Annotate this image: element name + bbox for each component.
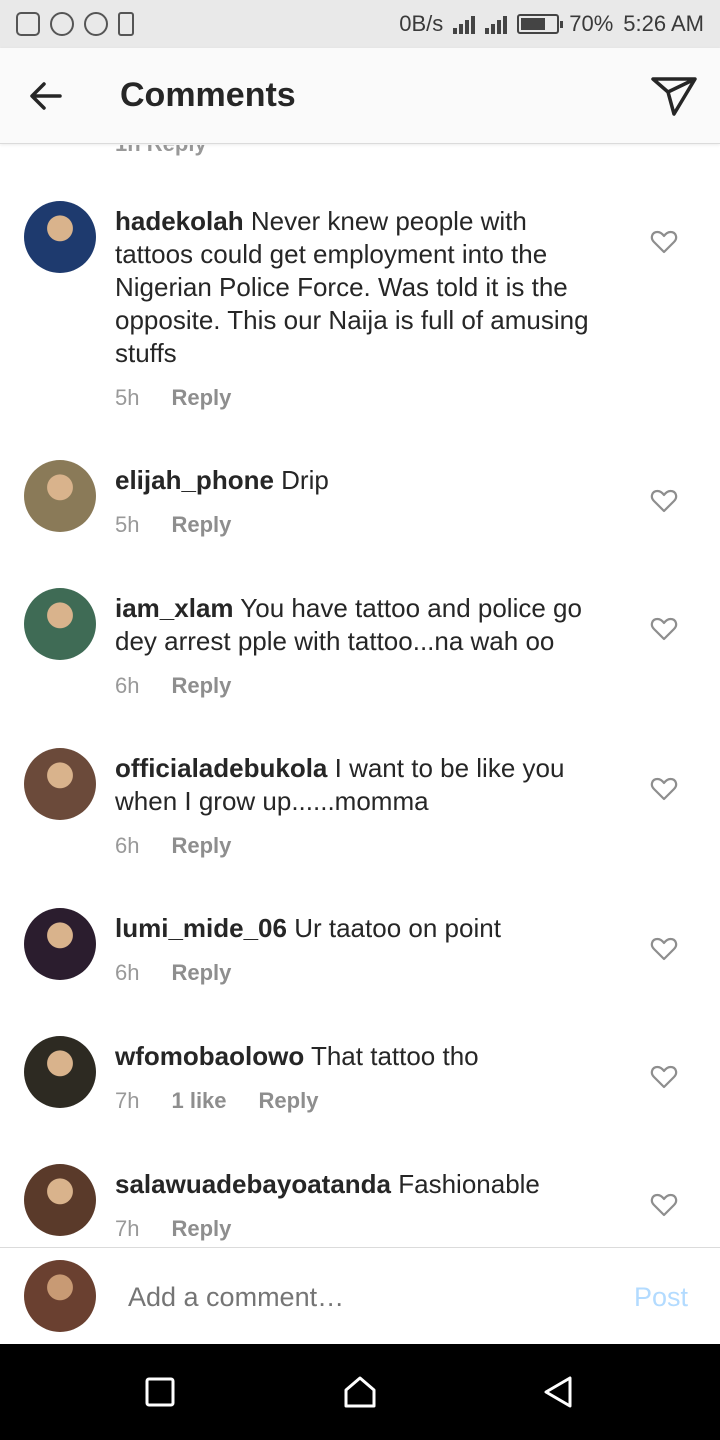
comment-time: 7h (115, 1088, 140, 1113)
comment-text: wfomobaolowo That tattoo tho (115, 1040, 605, 1073)
comment-meta: 7h Reply (115, 1216, 231, 1242)
avatar[interactable] (24, 1036, 96, 1108)
comment-username[interactable]: salawuadebayoatanda (115, 1169, 391, 1199)
heart-icon[interactable] (650, 1191, 678, 1219)
comment-body: Fashionable (398, 1169, 540, 1199)
signal-3g-icon (485, 14, 508, 34)
reply-button[interactable]: Reply (171, 512, 231, 538)
reply-button[interactable]: Reply (171, 673, 231, 699)
heart-icon[interactable] (650, 615, 678, 643)
arrow-left-icon (30, 82, 62, 110)
avatar[interactable] (24, 1164, 96, 1236)
comment-body: That tattoo tho (310, 1041, 479, 1071)
heart-icon[interactable] (650, 487, 678, 515)
signal-icon (453, 14, 476, 34)
battery-percent: 70% (569, 11, 614, 36)
triangle-back-icon[interactable] (540, 1374, 576, 1410)
comment-username[interactable]: elijah_phone (115, 465, 274, 495)
comment-time: 6h (115, 673, 140, 698)
heart-icon[interactable] (650, 775, 678, 803)
comment-meta: 6h Reply (115, 960, 231, 986)
comment-username[interactable]: hadekolah (115, 206, 244, 236)
square-icon[interactable] (142, 1374, 178, 1410)
comment-text: salawuadebayoatanda Fashionable (115, 1168, 605, 1201)
comment-text: hadekolah Never knew people with tattoos… (115, 205, 605, 370)
comment-username[interactable]: lumi_mide_06 (115, 913, 287, 943)
network-speed: 0B/s (399, 11, 444, 36)
heart-icon[interactable] (650, 935, 678, 963)
comment-meta: 5h Reply (115, 512, 231, 538)
paper-plane-icon (651, 77, 697, 116)
heart-icon[interactable] (650, 1063, 678, 1091)
comment-text: officialadebukola I want to be like you … (115, 752, 605, 818)
home-icon[interactable] (342, 1374, 378, 1410)
comment-username[interactable]: wfomobaolowo (115, 1041, 304, 1071)
comment-text: lumi_mide_06 Ur taatoo on point (115, 912, 605, 945)
reply-button[interactable]: Reply (259, 1088, 319, 1114)
comment-text: iam_xlam You have tattoo and police go d… (115, 592, 605, 658)
avatar[interactable] (24, 588, 96, 660)
comment-username[interactable]: officialadebukola (115, 753, 327, 783)
current-user-avatar (24, 1260, 96, 1332)
post-button[interactable]: Post (634, 1282, 688, 1313)
comment-time: 7h (115, 1216, 140, 1241)
comment-list[interactable]: 1h Reply hadekolah Never knew people wit… (0, 145, 720, 1247)
comment-composer: Post (0, 1247, 720, 1344)
reply-button[interactable]: Reply (171, 1216, 231, 1242)
reply-button[interactable]: Reply (171, 960, 231, 986)
battery-saver-icon (118, 12, 134, 36)
avatar[interactable] (24, 201, 96, 273)
system-nav-bar (0, 1344, 720, 1440)
battery-icon (517, 14, 564, 34)
comment-body: Ur taatoo on point (294, 913, 501, 943)
whatsapp-notification-icon (84, 12, 108, 36)
comment-time: 6h (115, 960, 140, 985)
status-bar: 0B/s 70% 5:26 AM (0, 0, 720, 48)
comment-meta: 6h Reply (115, 833, 231, 859)
previous-comment-meta: 1h Reply (115, 145, 207, 157)
comment-text: elijah_phone Drip (115, 464, 605, 497)
heart-icon[interactable] (650, 228, 678, 256)
comment-meta: 5h Reply (115, 385, 231, 411)
avatar[interactable] (24, 460, 96, 532)
reply-button[interactable]: Reply (171, 833, 231, 859)
comment-username[interactable]: iam_xlam (115, 593, 234, 623)
instagram-notification-icon (50, 12, 74, 36)
comments-header: Comments (0, 48, 720, 144)
comment-meta: 6h Reply (115, 673, 231, 699)
reply-button[interactable]: Reply (171, 385, 231, 411)
comment-input[interactable] (128, 1282, 588, 1313)
page-title: Comments (120, 76, 296, 114)
share-button[interactable] (646, 70, 702, 122)
comment-time: 5h (115, 385, 140, 410)
clock: 5:26 AM (623, 11, 704, 36)
image-notification-icon (16, 12, 40, 36)
likes-count[interactable]: 1 like (171, 1088, 226, 1114)
comment-body: Drip (281, 465, 329, 495)
comment-meta: 7h 1 like Reply (115, 1088, 318, 1114)
comment-time: 5h (115, 512, 140, 537)
comment-time: 6h (115, 833, 140, 858)
back-button[interactable] (22, 72, 70, 120)
avatar[interactable] (24, 748, 96, 820)
avatar[interactable] (24, 908, 96, 980)
